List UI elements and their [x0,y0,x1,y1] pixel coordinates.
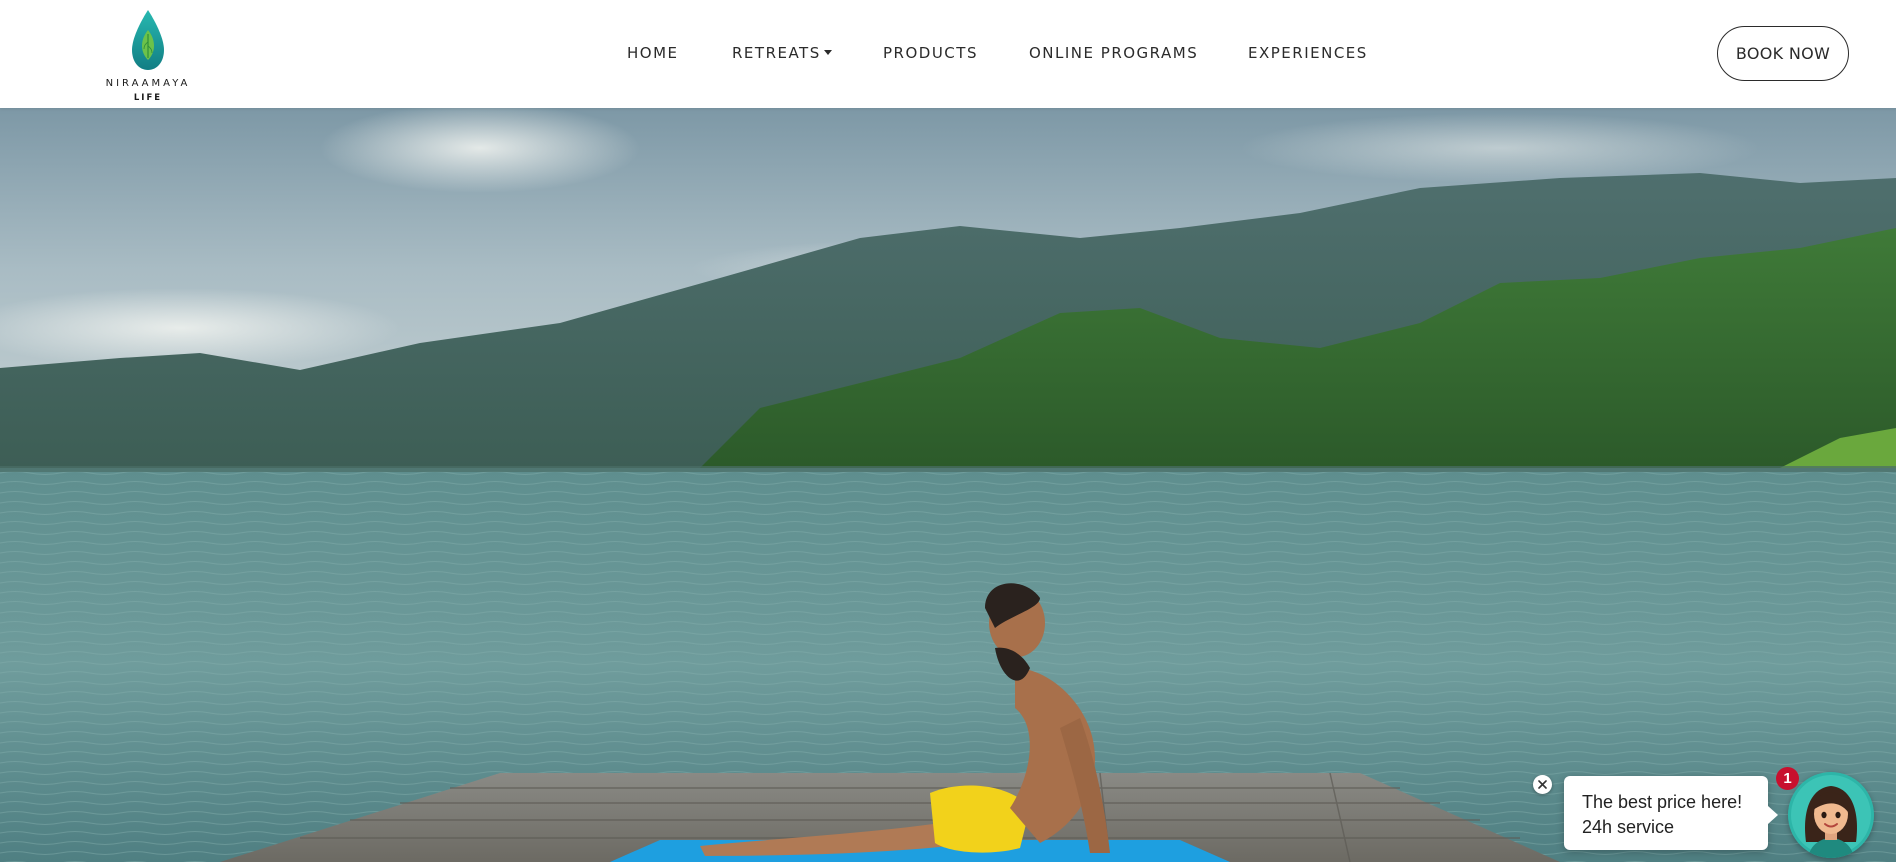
yoga-on-lake-dock-photo [0,108,1896,862]
nav-item-label: EXPERIENCES [1248,44,1368,62]
brand-subname: LIFE [133,93,163,103]
nav-item-experiences[interactable]: EXPERIENCES [1248,44,1368,62]
close-icon [1538,780,1547,789]
nav-item-label: HOME [627,44,679,62]
chat-message-bubble[interactable]: The best price here! 24h service [1564,776,1778,850]
nav-item-label: PRODUCTS [883,44,978,62]
book-now-button[interactable]: BOOK NOW [1717,26,1849,81]
nav-item-label: RETREATS [732,44,821,62]
nav-item-label: ONLINE PROGRAMS [1029,44,1199,62]
nav-item-retreats[interactable]: RETREATS [732,44,832,62]
chat-message-line: The best price here! [1582,792,1743,812]
water-drop-leaf-icon [132,10,164,70]
notification-badge: 1 [1776,767,1799,790]
assistant-avatar-icon [1788,772,1874,858]
nav-item-products[interactable]: PRODUCTS [883,44,978,62]
main-nav: HOME RETREATS PRODUCTS ONLINE PROGRAMS E… [0,0,1896,108]
brand-name: NIRAAMAYA [105,78,191,89]
site-header: NIRAAMAYA LIFE HOME RETREATS PRODUCTS ON… [0,0,1896,108]
chat-message-line: 24h service [1582,817,1675,837]
nav-item-online-programs[interactable]: ONLINE PROGRAMS [1029,44,1198,62]
nav-item-home[interactable]: HOME [627,44,679,62]
chat-launcher-button[interactable] [1788,772,1874,858]
chat-close-button[interactable] [1533,775,1552,794]
brand-logo[interactable]: NIRAAMAYA LIFE [100,8,196,104]
hero-section [0,108,1896,862]
caret-down-icon [823,50,832,55]
